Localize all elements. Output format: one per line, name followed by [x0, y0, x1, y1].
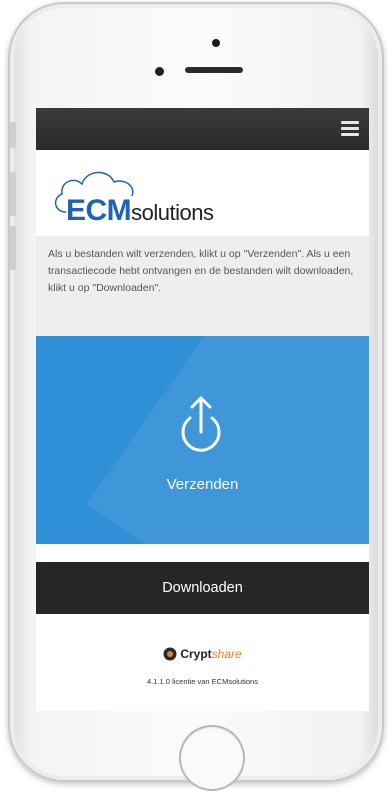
phone-screen: ECMsolutions Als u bestanden wilt verzen… [36, 108, 369, 711]
intro-text: Als u bestanden wilt verzenden, klikt u … [36, 236, 369, 336]
send-button-label: Verzenden [166, 476, 239, 493]
cryptshare-logo-icon [163, 647, 177, 661]
download-button-label: Downloaden [162, 580, 243, 596]
app-topbar [36, 108, 369, 150]
logo-secondary-text: solutions [131, 200, 214, 225]
home-button[interactable] [179, 725, 245, 791]
cryptshare-brand: Cryptshare [36, 647, 369, 661]
earpiece-speaker [185, 67, 243, 73]
logo-primary-text: ECM [66, 194, 132, 227]
brand-primary: Crypt [180, 647, 212, 661]
proximity-sensor [155, 67, 164, 76]
logo-area: ECMsolutions [36, 150, 369, 236]
send-button[interactable]: Verzenden [36, 336, 369, 544]
hamburger-menu-icon[interactable] [341, 121, 359, 137]
download-button[interactable]: Downloaden [36, 562, 369, 614]
upload-icon [181, 396, 221, 452]
brand-secondary: share [211, 647, 242, 661]
spacer [36, 544, 369, 562]
footer: Cryptshare 4.1.1.0 licentie van ECMsolut… [36, 614, 369, 708]
volume-up-button [10, 172, 16, 216]
stage: ECMsolutions Als u bestanden wilt verzen… [0, 0, 392, 793]
mute-switch [10, 122, 16, 148]
front-camera [212, 39, 220, 47]
ecm-logo: ECMsolutions [66, 194, 214, 228]
license-text: 4.1.1.0 licentie van ECMsolutions [147, 677, 258, 686]
brand-name: Cryptshare [180, 647, 241, 661]
volume-down-button [10, 226, 16, 270]
